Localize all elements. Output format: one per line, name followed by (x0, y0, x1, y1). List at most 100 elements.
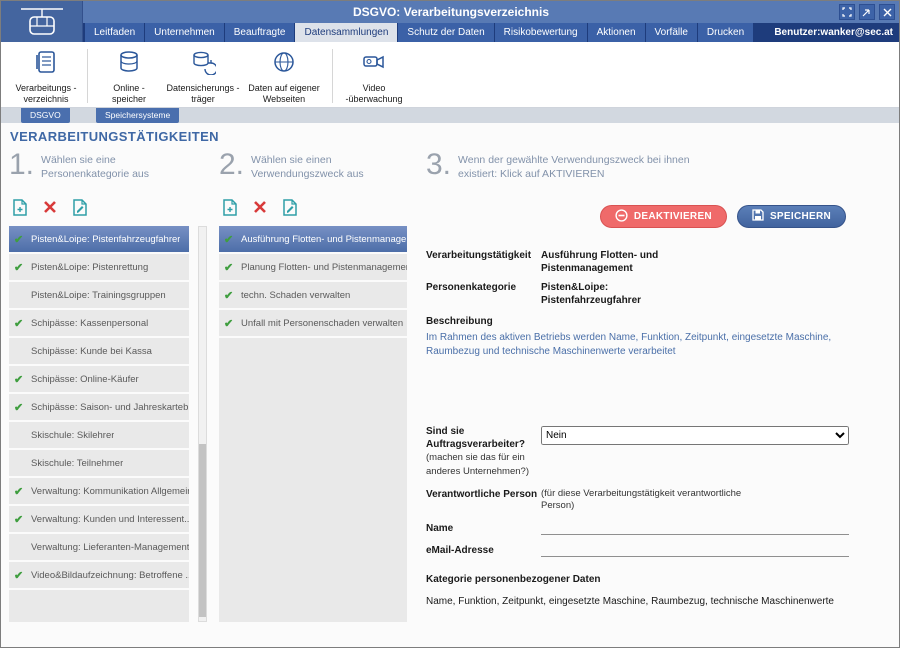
speichern-button[interactable]: SPEICHERN (737, 205, 846, 228)
delete-item-icon[interactable] (251, 198, 269, 216)
activity-label: Verarbeitungstätigkeit (426, 249, 541, 262)
nav-tab[interactable]: Datensammlungen (295, 23, 397, 42)
ribbon-separator (332, 49, 333, 103)
nav-tab-label: Beauftragte (234, 27, 286, 38)
app-window: DSGVO: Verarbeitungsverzeichnis L (0, 0, 900, 648)
name-input[interactable] (541, 522, 849, 535)
description-label: Beschreibung (426, 315, 856, 328)
ribbon-group-dsgvo: DSGVO (21, 108, 70, 123)
ribbon-item-label: Daten auf eigener Webseiten (248, 83, 320, 105)
list-item[interactable]: ✔ Unfall mit Personenschaden verwalten (219, 310, 407, 338)
action-buttons: DEAKTIVIEREN SPEICHERN (426, 205, 846, 228)
email-label: eMail-Adresse (426, 544, 541, 557)
check-icon: ✔ (14, 373, 31, 386)
nav-tab-label: Unternehmen (154, 27, 215, 38)
list-item[interactable]: ✔ techn. Schaden verwalten (219, 282, 407, 310)
list-item[interactable]: ✔ Verwaltung: Kommunikation Allgemein (9, 478, 189, 506)
titlebar: DSGVO: Verarbeitungsverzeichnis (1, 1, 900, 23)
ribbon-onlinespeicher-button[interactable]: Online - speicher (92, 47, 166, 105)
nav-tab[interactable]: Leitfaden (85, 23, 144, 42)
responsible-note: (für diese Verarbeitungstätigkeit verant… (541, 488, 756, 513)
auftragsverarbeiter-select[interactable]: Nein (541, 426, 849, 445)
nav-tab[interactable]: Risikobewertung (495, 23, 587, 42)
globe-icon (271, 49, 297, 80)
edit-item-icon[interactable] (281, 198, 299, 216)
scrollbar-thumb[interactable] (199, 444, 206, 617)
ribbon-separator (87, 49, 88, 103)
ribbon-verarbeitungsverzeichnis-button[interactable]: Verarbeitungs - verzeichnis (9, 47, 83, 105)
list-item[interactable]: ✔ Planung Flotten- und Pistenmanagement (219, 254, 407, 282)
list-item-label: Ausführung Flotten- und Pistenmanage... (241, 234, 407, 245)
close-icon[interactable] (879, 4, 895, 20)
nav-tab[interactable]: Aktionen (588, 23, 645, 42)
list-item[interactable]: ✔ Verwaltung: Lieferanten-Management (9, 534, 189, 562)
ribbon-videoueberwachung-button[interactable]: Video -überwachung (337, 47, 411, 105)
add-item-icon[interactable] (221, 198, 239, 216)
col3-header: Wenn der gewählte Verwendungszweck bei i… (458, 149, 690, 181)
data-categories-label: Kategorie personenbezogener Daten (426, 573, 856, 586)
activity-value: Ausführung Flotten- und Pistenmanagement (541, 249, 716, 275)
list-item-label: Pisten&Loipe: Trainingsgruppen (31, 290, 166, 301)
email-input[interactable] (541, 544, 849, 557)
list-item-label: Schipässe: Saison- und Jahreskarteb... (31, 402, 189, 413)
check-icon: ✔ (224, 233, 241, 246)
details-column: 3. Wenn der gewählte Verwendungszweck be… (426, 149, 882, 608)
list-item[interactable]: ✔ Pisten&Loipe: Pistenfahrzeugfahrer (9, 226, 189, 254)
list-item[interactable]: ✔ Schipässe: Kassenpersonal (9, 310, 189, 338)
list-item-label: Pisten&Loipe: Pistenfahrzeugfahrer (31, 234, 180, 245)
nav-tab[interactable]: Vorfälle (646, 23, 697, 42)
list-item[interactable]: ✔ Schipässe: Kunde bei Kassa (9, 338, 189, 366)
nav-tab[interactable]: Beauftragte (225, 23, 295, 42)
deaktivieren-button[interactable]: DEAKTIVIEREN (600, 205, 727, 228)
check-icon: ✔ (14, 261, 31, 274)
step-number-1: 1. (9, 149, 34, 181)
list-item[interactable]: ✔ Ausführung Flotten- und Pistenmanage..… (219, 226, 407, 254)
nav-tabbar: Leitfaden Unternehmen Beauftragte Datensamm… (1, 23, 900, 42)
scrollbar-track[interactable] (198, 226, 207, 622)
list-item-label: Verwaltung: Kunden und Interessent... (31, 514, 189, 525)
list-item[interactable]: ✔ Video&Bildaufzeichnung: Betroffene ... (9, 562, 189, 590)
processor-label: Sind sie Auftragsverarbeiter? (426, 426, 525, 450)
check-icon: ✔ (14, 233, 31, 246)
list-item[interactable]: ✔ Schipässe: Online-Käufer (9, 366, 189, 394)
ribbon-toolbar: Verarbeitungs - verzeichnis Online - spe… (1, 42, 900, 108)
col1-header: Wählen sie eine Personenkategorie aus (41, 149, 149, 181)
check-icon: ✔ (14, 513, 31, 526)
nav-tab[interactable]: Drucken (698, 23, 753, 42)
verwendungszweck-column: 2. Wählen sie einen Verwendungszweck aus (219, 149, 411, 622)
personenkategorie-column: 1. Wählen sie eine Personenkategorie aus (9, 149, 209, 622)
speichern-label: SPEICHERN (770, 211, 831, 222)
nav-tab-label: Risikobewertung (504, 27, 578, 38)
nav-tab-label: Leitfaden (94, 27, 135, 38)
check-icon: ✔ (14, 401, 31, 414)
minus-circle-icon (615, 209, 628, 225)
add-item-icon[interactable] (11, 198, 29, 216)
fullscreen-icon[interactable] (839, 4, 855, 20)
ribbon-datensicherung-button[interactable]: Datensicherungs - träger (166, 47, 240, 105)
list-item-label: Verwaltung: Kommunikation Allgemein (31, 486, 189, 497)
ribbon-group-row: DSGVO Speichersysteme (1, 108, 900, 123)
delete-item-icon[interactable] (41, 198, 59, 216)
list-item[interactable]: ✔ Schipässe: Saison- und Jahreskarteb... (9, 394, 189, 422)
nav-tab-label: Drucken (707, 27, 744, 38)
ribbon-webseiten-button[interactable]: Daten auf eigener Webseiten (240, 47, 328, 105)
check-icon: ✔ (14, 569, 31, 582)
user-label: Benutzer:wanker@sec.at (774, 23, 893, 42)
list-item[interactable]: ✔ Verwaltung: Kunden und Interessent... (9, 506, 189, 534)
list-item[interactable]: ✔ Pisten&Loipe: Pistenrettung (9, 254, 189, 282)
list-item[interactable]: ✔ Skischule: Skilehrer (9, 422, 189, 450)
nav-tab[interactable]: Schutz der Daten (398, 23, 493, 42)
ribbon-item-label: Online - speicher (112, 83, 146, 105)
list-item-label: Skischule: Teilnehmer (31, 458, 123, 469)
nav-tab[interactable]: Unternehmen (145, 23, 224, 42)
register-icon (33, 49, 59, 80)
main-content: VERARBEITUNGSTÄTIGKEITEN 1. Wählen sie e… (1, 123, 900, 648)
list-item-label: Skischule: Skilehrer (31, 430, 114, 441)
edit-item-icon[interactable] (71, 198, 89, 216)
name-label: Name (426, 522, 541, 535)
restore-icon[interactable] (859, 4, 875, 20)
list-item[interactable]: ✔ Skischule: Teilnehmer (9, 450, 189, 478)
description-value: Im Rahmen des aktiven Betriebs werden Na… (426, 331, 866, 359)
list-item[interactable]: ✔ Pisten&Loipe: Trainingsgruppen (9, 282, 189, 310)
processor-note: (machen sie das für ein anderes Unterneh… (426, 452, 529, 476)
